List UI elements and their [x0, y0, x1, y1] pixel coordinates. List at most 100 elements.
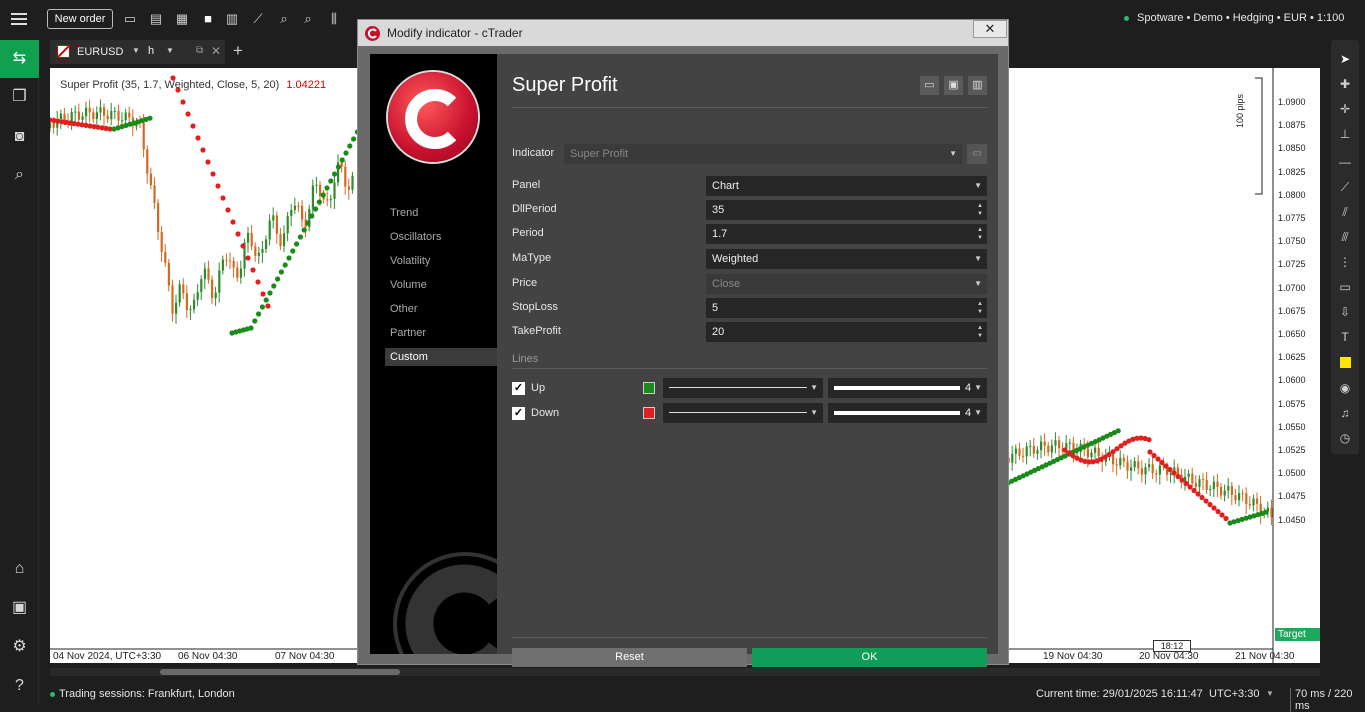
timeframe-dropdown-icon[interactable]: ▼	[166, 46, 174, 55]
spinner-icon[interactable]: ▲ ▼	[977, 324, 983, 340]
candle-body	[1025, 446, 1028, 457]
chart-tab[interactable]: EURUSD ▼ h ▼ ⧉ ✕	[50, 40, 225, 64]
layout-split-icon[interactable]: ▥	[224, 11, 240, 27]
candle-body	[124, 112, 127, 121]
line-down-checkbox[interactable]: ✓	[512, 407, 525, 420]
candle-body	[247, 232, 250, 243]
timeframe-label[interactable]: h	[148, 45, 154, 57]
help-icon[interactable]: ?	[0, 667, 39, 705]
fibonacci-icon[interactable]: ⋮	[1331, 250, 1359, 274]
line-up-thickness-select[interactable]: 4 ▼	[828, 378, 987, 398]
detach-icon[interactable]: ⧉	[196, 45, 203, 56]
dialog-titlebar[interactable]: Modify indicator - cTrader ✕	[358, 20, 1008, 46]
param-input-matype[interactable]: Weighted ▼	[706, 249, 987, 269]
add-tab-icon[interactable]: +	[233, 41, 243, 61]
text-icon[interactable]: T	[1331, 325, 1359, 349]
video-help-button[interactable]: ▭	[967, 144, 987, 164]
spinner-icon[interactable]: ▲ ▼	[977, 226, 983, 242]
layout-single-icon[interactable]: ▤	[148, 11, 164, 27]
category-item-other[interactable]: Other	[385, 300, 497, 318]
line-down-style-select[interactable]: ▼	[663, 403, 823, 423]
channel-icon[interactable]: ⫽	[1331, 200, 1359, 224]
param-input-dllperiod[interactable]: 35 ▲ ▼	[706, 200, 987, 220]
menu-icon[interactable]	[10, 10, 28, 28]
signal-dot	[278, 269, 284, 275]
symbol-dropdown-icon[interactable]: ▼	[132, 46, 140, 55]
layout-grid-icon[interactable]: ▦	[174, 11, 190, 27]
timezone-selector[interactable]: UTC+3:30	[1209, 688, 1259, 700]
camera-icon[interactable]: ◉	[1331, 376, 1359, 400]
copy-icon[interactable]: ❐	[0, 78, 39, 116]
dropdown-arrow-icon[interactable]: ▼	[974, 274, 982, 294]
line-up-style-select[interactable]: ▼	[663, 378, 823, 398]
spinner-icon[interactable]: ▲ ▼	[977, 300, 983, 316]
measure-icon[interactable]: ✛	[1331, 97, 1359, 121]
ok-button[interactable]: OK	[752, 648, 987, 667]
color-swatch-icon[interactable]	[1331, 350, 1359, 374]
open-template-button[interactable]: ▭	[920, 76, 939, 95]
account-info[interactable]: Spotware • Demo • Hedging • EUR • 1:100	[1137, 12, 1344, 24]
settings-gear-icon[interactable]: ⚙	[0, 628, 39, 666]
store-icon[interactable]: ⌂	[0, 550, 39, 588]
chart-scrollbar[interactable]	[50, 668, 1320, 676]
dialog-close-button[interactable]: ✕	[973, 20, 1007, 38]
trade-icon[interactable]: ⇆	[0, 40, 39, 78]
signal-dot	[1167, 466, 1173, 473]
rectangle-icon[interactable]: ▭	[1331, 275, 1359, 299]
category-item-oscillators[interactable]: Oscillators	[385, 228, 497, 246]
trading-sessions[interactable]: Trading sessions: Frankfurt, London	[59, 688, 235, 700]
param-input-panel[interactable]: Chart ▼	[706, 176, 987, 196]
param-input-stoploss[interactable]: 5 ▲ ▼	[706, 298, 987, 318]
pitchfork-icon[interactable]: ⫻	[1331, 225, 1359, 249]
price-tick-label: 1.0575	[1278, 398, 1306, 409]
crosshair-icon[interactable]: ✚	[1331, 72, 1359, 96]
new-order-button[interactable]: New order	[47, 9, 113, 29]
line-up-color-swatch[interactable]	[643, 382, 655, 394]
spinner-icon[interactable]: ▲ ▼	[977, 202, 983, 218]
delete-template-button[interactable]: ▥	[968, 76, 987, 95]
ruler-icon[interactable]: ⊥	[1331, 122, 1359, 146]
wallet-icon[interactable]: ▣	[0, 589, 39, 627]
candle-body	[221, 259, 224, 271]
analyze-icon[interactable]: ⌕	[0, 156, 39, 194]
line-up-checkbox[interactable]: ✓	[512, 382, 525, 395]
param-input-takeprofit[interactable]: 20 ▲ ▼	[706, 322, 987, 342]
candle-body	[70, 111, 73, 122]
layout-full-icon[interactable]: ■	[200, 11, 216, 27]
category-item-partner[interactable]: Partner	[385, 324, 497, 342]
dropdown-arrow-icon[interactable]: ▼	[974, 176, 982, 196]
line-down-thickness-select[interactable]: 4 ▼	[828, 403, 987, 423]
line-down-label: Down	[531, 407, 560, 419]
indicator-select[interactable]: Super Profit ▼	[564, 144, 962, 164]
close-tab-icon[interactable]: ✕	[211, 44, 221, 58]
replay-icon[interactable]: ◷	[1331, 426, 1359, 450]
param-input-price[interactable]: Close ▼	[706, 274, 987, 294]
candle-body	[128, 112, 131, 118]
cursor-icon[interactable]: ➤	[1331, 47, 1359, 71]
arrow-down-icon[interactable]: ⇩	[1331, 300, 1359, 324]
category-item-custom[interactable]: Custom	[385, 348, 497, 366]
timezone-dropdown-icon[interactable]: ▼	[1266, 689, 1274, 698]
alert-bell-icon[interactable]: ♫	[1331, 401, 1359, 425]
signal-dot	[240, 243, 246, 249]
dropdown-arrow-icon[interactable]: ▼	[974, 249, 982, 269]
reset-button[interactable]: Reset	[512, 648, 747, 667]
chart-settings-icon[interactable]: ▭	[122, 11, 138, 27]
chart-scrollbar-thumb[interactable]	[160, 669, 400, 675]
zoom-in-icon[interactable]: ⌕	[300, 11, 316, 27]
category-item-trend[interactable]: Trend	[385, 204, 497, 222]
param-input-period[interactable]: 1.7 ▲ ▼	[706, 224, 987, 244]
zoom-out-icon[interactable]: ⌕	[276, 11, 292, 27]
indicators-icon[interactable]: ⫼	[326, 11, 342, 27]
category-item-volatility[interactable]: Volatility	[385, 252, 497, 270]
indicator-label: Indicator	[512, 147, 555, 159]
drawing-icon[interactable]: ⟋	[250, 11, 266, 27]
automate-icon[interactable]: ◙	[0, 118, 39, 156]
trendline-icon[interactable]: ⟋	[1331, 175, 1359, 199]
horizontal-line-icon[interactable]: —	[1331, 150, 1359, 174]
price-tick-label: 1.0700	[1278, 282, 1306, 293]
line-down-color-swatch[interactable]	[643, 407, 655, 419]
save-template-button[interactable]: ▣	[944, 76, 963, 95]
category-item-volume[interactable]: Volume	[385, 276, 497, 294]
candle-body	[1212, 481, 1215, 490]
